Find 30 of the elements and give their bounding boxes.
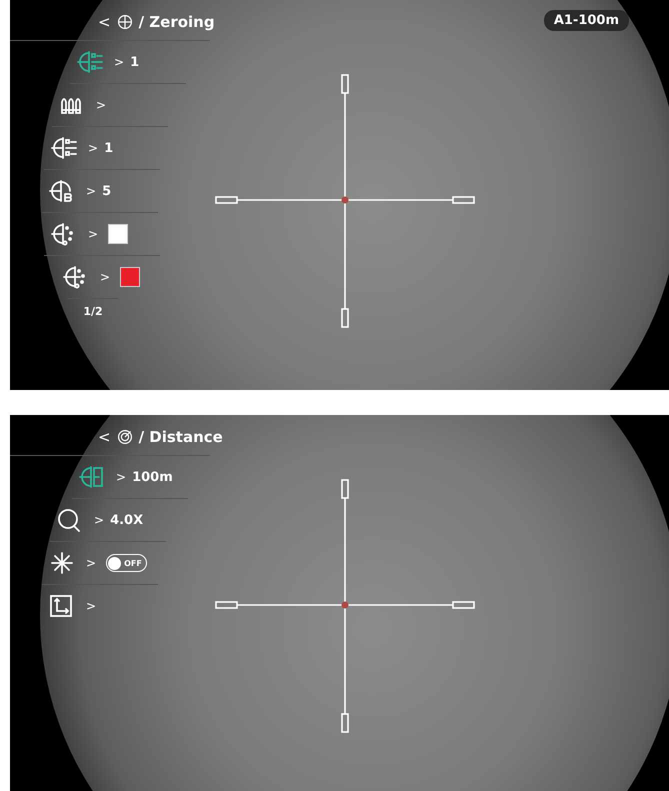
chevron-text: > [88, 141, 98, 155]
chevron-text: > [114, 55, 124, 69]
snowflake-icon[interactable] [48, 551, 76, 575]
target-icon [116, 429, 133, 445]
chevron-text: > [94, 513, 104, 527]
page-indicator: 1/2 [68, 298, 118, 318]
chevron-text: > [100, 270, 110, 284]
chevron-text: > [86, 556, 96, 570]
reticle-ruler-icon[interactable] [78, 465, 106, 489]
chevron-text: > [86, 599, 96, 613]
setting-value: 100m [132, 470, 173, 484]
back-button[interactable]: < [98, 13, 111, 31]
profile-badge: A1-100m [544, 10, 629, 31]
chevron-text: > [86, 184, 96, 198]
color-swatch[interactable] [120, 267, 140, 287]
setting-value: 4.0X [110, 512, 144, 528]
color-swatch[interactable] [108, 224, 128, 244]
setting-value: 1 [104, 140, 114, 156]
menu-title: / Distance [138, 428, 223, 446]
back-button[interactable]: < [98, 428, 111, 446]
chevron-text: > [116, 470, 126, 484]
reticle-list-icon[interactable] [50, 136, 78, 160]
setting-value: 5 [102, 184, 112, 198]
crosshair-icon [116, 14, 133, 30]
reticle-list-icon[interactable] [76, 50, 104, 74]
toggle-switch[interactable]: OFF [106, 554, 147, 572]
setting-value: 1 [130, 54, 140, 70]
chevron-text: > [88, 227, 98, 241]
chevron-text: > [96, 98, 106, 112]
menu-title: / Zeroing [138, 13, 215, 31]
